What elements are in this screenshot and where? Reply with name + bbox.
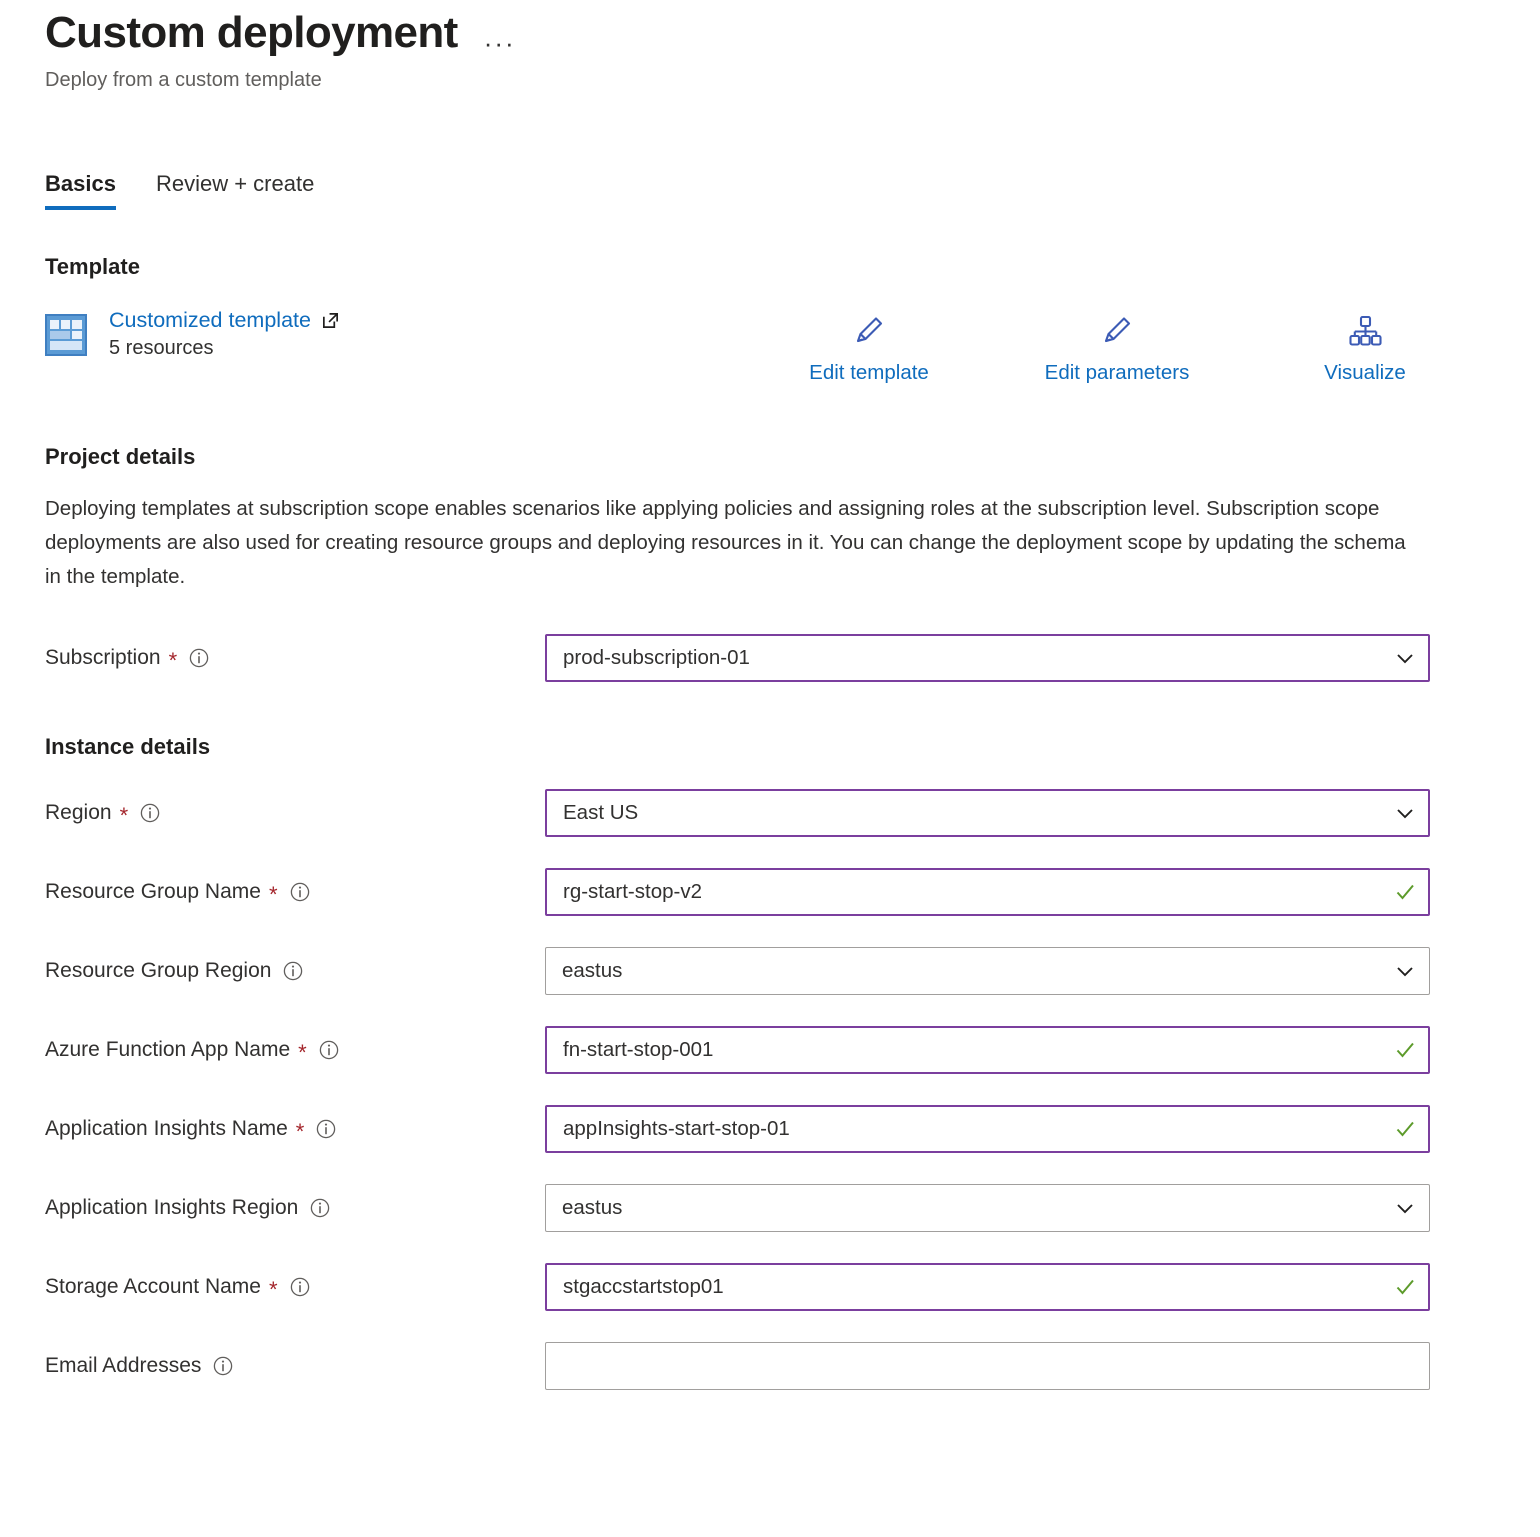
resource-group-region-input[interactable] <box>545 947 1430 996</box>
function-app-name-input[interactable] <box>545 1026 1430 1075</box>
hierarchy-icon <box>1348 314 1382 348</box>
required-asterisk: * <box>268 1277 278 1303</box>
function-app-name-label-group: Azure Function App Name * <box>45 1038 545 1066</box>
info-icon[interactable] <box>319 1040 339 1060</box>
resource-group-name-field[interactable] <box>545 868 1430 917</box>
app-insights-name-label: Application Insights Name <box>45 1117 288 1141</box>
app-insights-region-label: Application Insights Region <box>45 1196 299 1220</box>
edit-template-label: Edit template <box>809 360 929 384</box>
field-row-function-app-name: Azure Function App Name * <box>45 1011 1540 1090</box>
resource-group-region-dropdown[interactable] <box>545 947 1430 996</box>
field-row-email-addresses: Email Addresses <box>45 1327 1540 1406</box>
app-insights-name-field[interactable] <box>545 1105 1430 1154</box>
required-asterisk: * <box>268 882 278 908</box>
subscription-input[interactable] <box>545 634 1430 683</box>
region-label: Region <box>45 801 112 825</box>
email-addresses-label-group: Email Addresses <box>45 1354 545 1378</box>
info-icon[interactable] <box>213 1356 233 1376</box>
custom-deployment-page: Custom deployment ··· Deploy from a cust… <box>0 0 1540 1537</box>
chevron-down-icon[interactable] <box>1394 647 1416 669</box>
tab-review-create[interactable]: Review + create <box>156 171 314 210</box>
visualize-label: Visualize <box>1324 360 1406 384</box>
pencil-icon <box>852 314 886 348</box>
info-icon[interactable] <box>283 961 303 981</box>
field-row-storage-account-name: Storage Account Name * <box>45 1248 1540 1327</box>
email-addresses-input[interactable] <box>545 1342 1430 1391</box>
visualize-button[interactable]: Visualize <box>1241 314 1489 385</box>
template-row: Customized template 5 resources Edit tem… <box>45 308 1540 400</box>
info-icon[interactable] <box>310 1198 330 1218</box>
field-row-app-insights-region: Application Insights Region <box>45 1169 1540 1248</box>
field-row-resource-group-name: Resource Group Name * <box>45 853 1540 932</box>
edit-parameters-button[interactable]: Edit parameters <box>993 314 1241 385</box>
info-icon[interactable] <box>140 803 160 823</box>
storage-account-name-label-group: Storage Account Name * <box>45 1275 545 1303</box>
page-subtitle: Deploy from a custom template <box>45 68 322 91</box>
page-header: Custom deployment ··· Deploy from a cust… <box>45 0 1540 93</box>
app-insights-region-label-group: Application Insights Region <box>45 1196 545 1220</box>
resource-group-name-label: Resource Group Name <box>45 880 261 904</box>
storage-account-name-input[interactable] <box>545 1263 1430 1312</box>
project-details-form: Subscription * <box>45 619 1540 698</box>
required-asterisk: * <box>295 1119 305 1145</box>
resource-group-region-label: Resource Group Region <box>45 959 272 983</box>
page-title: Custom deployment <box>45 8 458 57</box>
required-asterisk: * <box>298 1040 307 1066</box>
field-row-app-insights-name: Application Insights Name * <box>45 1090 1540 1169</box>
storage-account-name-field[interactable] <box>545 1263 1430 1312</box>
instance-details-title: Instance details <box>45 733 211 759</box>
resource-group-name-input[interactable] <box>545 868 1430 917</box>
customized-template-link[interactable]: Customized template <box>109 308 340 334</box>
storage-account-name-label: Storage Account Name <box>45 1275 261 1299</box>
chevron-down-icon[interactable] <box>1394 960 1416 982</box>
chevron-down-icon[interactable] <box>1394 1197 1416 1219</box>
template-grid-icon <box>45 313 87 356</box>
email-addresses-field[interactable] <box>545 1342 1430 1391</box>
template-actions: Edit template Edit parameters Visualize <box>745 314 1489 385</box>
external-link-icon <box>321 311 340 330</box>
tab-bar: Basics Review + create <box>45 171 1540 210</box>
template-resource-count: 5 resources <box>109 337 214 360</box>
title-row: Custom deployment ··· <box>45 8 1540 59</box>
more-options-icon[interactable]: ··· <box>484 30 516 56</box>
required-asterisk: * <box>168 648 178 674</box>
resource-group-name-label-group: Resource Group Name * <box>45 880 545 908</box>
customized-template-label: Customized template <box>109 307 311 332</box>
app-insights-region-input[interactable] <box>545 1184 1430 1233</box>
project-details-title: Project details <box>45 443 196 469</box>
resource-group-region-label-group: Resource Group Region <box>45 959 545 983</box>
info-icon[interactable] <box>316 1119 336 1139</box>
subscription-dropdown[interactable] <box>545 634 1430 683</box>
edit-parameters-label: Edit parameters <box>1044 360 1190 384</box>
app-insights-region-dropdown[interactable] <box>545 1184 1430 1233</box>
field-row-resource-group-region: Resource Group Region <box>45 932 1540 1011</box>
template-summary: Customized template 5 resources <box>45 308 685 361</box>
function-app-name-field[interactable] <box>545 1026 1430 1075</box>
region-label-group: Region * <box>45 801 545 829</box>
field-row-subscription: Subscription * <box>45 619 1540 698</box>
info-icon[interactable] <box>290 882 310 902</box>
pencil-icon <box>1100 314 1134 348</box>
template-section-title: Template <box>45 253 140 279</box>
required-asterisk: * <box>119 803 129 829</box>
info-icon[interactable] <box>290 1277 310 1297</box>
tab-basics[interactable]: Basics <box>45 171 116 210</box>
instance-details-form: Region * Resource Group Name * <box>45 774 1540 1406</box>
subscription-label-group: Subscription * <box>45 646 545 674</box>
region-input[interactable] <box>545 789 1430 838</box>
edit-template-button[interactable]: Edit template <box>745 314 993 385</box>
function-app-name-label: Azure Function App Name <box>45 1038 291 1062</box>
info-icon[interactable] <box>189 648 209 668</box>
project-details-description: Deploying templates at subscription scop… <box>45 496 1406 589</box>
app-insights-name-input[interactable] <box>545 1105 1430 1154</box>
subscription-label: Subscription <box>45 646 161 670</box>
chevron-down-icon[interactable] <box>1394 802 1416 824</box>
app-insights-name-label-group: Application Insights Name * <box>45 1117 545 1145</box>
email-addresses-label: Email Addresses <box>45 1354 202 1378</box>
field-row-region: Region * <box>45 774 1540 853</box>
region-dropdown[interactable] <box>545 789 1430 838</box>
template-text: Customized template 5 resources <box>109 308 340 361</box>
